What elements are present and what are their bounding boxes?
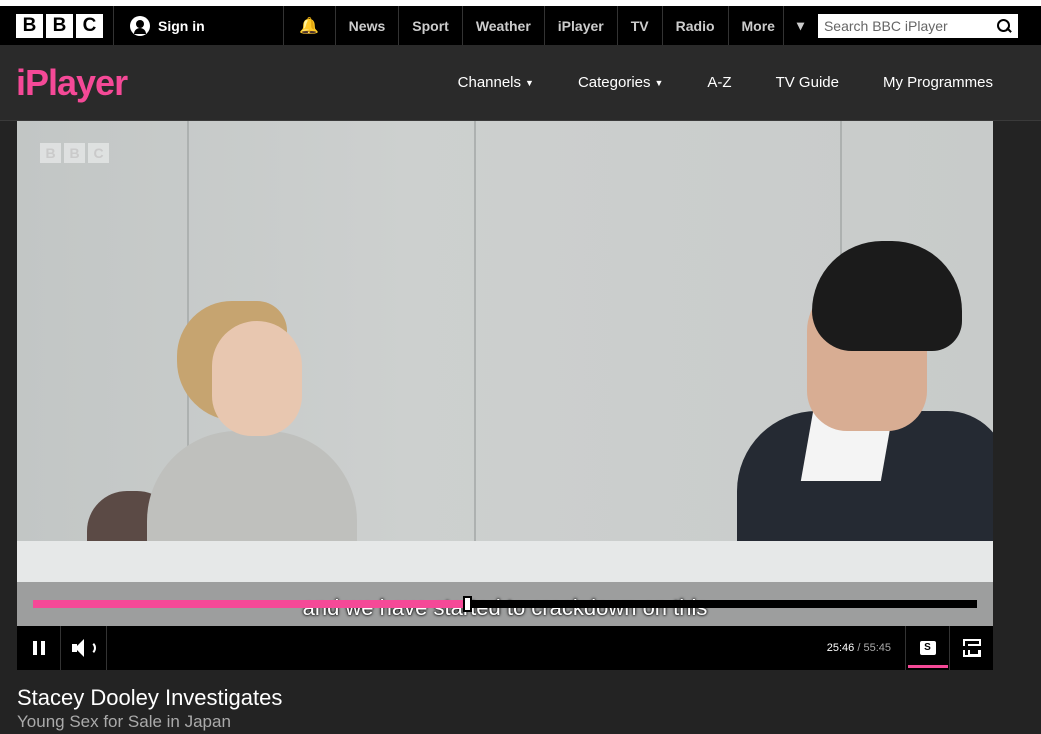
progress-bar[interactable] (33, 596, 977, 612)
iplayer-logo[interactable]: iPlayer (16, 62, 128, 104)
user-icon (130, 15, 150, 36)
volume-button[interactable] (61, 626, 107, 670)
bbc-watermark: B B C (40, 143, 109, 163)
menu-channels-label: Channels (457, 74, 522, 91)
volume-icon (71, 638, 96, 658)
subtitle-text: and we have started to crackdown on this (17, 595, 993, 621)
menu-channels[interactable]: Channels ▼ (436, 74, 556, 91)
sign-in-label: Sign in (158, 17, 205, 34)
menu-my-programmes[interactable]: My Programmes (861, 74, 993, 91)
pause-icon (32, 641, 45, 655)
bbc-global-bar: B B C Sign in 🔔 News Sport Weather iPlay… (0, 0, 1041, 45)
programme-title: Stacey Dooley Investigates (17, 685, 283, 710)
menu-categories-label: Categories (577, 74, 651, 91)
fullscreen-button[interactable] (949, 626, 993, 670)
menu-tv-guide[interactable]: TV Guide (754, 74, 861, 91)
chevron-down-icon: ▼ (654, 77, 664, 88)
chevron-down-icon[interactable]: ▾ (782, 6, 810, 45)
sign-in-link[interactable]: Sign in (114, 6, 223, 45)
woman-face (212, 321, 302, 436)
subtitles-active-indicator (908, 665, 948, 668)
pause-button[interactable] (17, 626, 61, 670)
nav-radio[interactable]: Radio (661, 6, 728, 45)
progress-fill (33, 600, 468, 608)
bell-icon: 🔔 (299, 17, 320, 35)
subtitles-icon: S (919, 641, 936, 655)
nav-iplayer[interactable]: iPlayer (543, 6, 617, 45)
bbc-logo-b2: B (46, 13, 73, 38)
watermark-b1: B (40, 143, 61, 163)
nav-tv[interactable]: TV (616, 6, 662, 45)
video-player[interactable]: B B C and we have started to crackdown o… (17, 121, 993, 670)
scrubber-handle[interactable] (463, 596, 473, 612)
subtitles-button[interactable]: S (905, 626, 949, 670)
player-controls: 25:46 / 55:45 S (17, 626, 993, 670)
menu-a-z[interactable]: A-Z (685, 74, 753, 91)
wall-panel-line (474, 121, 476, 591)
notifications-button[interactable]: 🔔 (282, 6, 335, 45)
search-box (817, 13, 1018, 38)
iplayer-header: iPlayer Channels ▼ Categories ▼ A-Z TV Gui… (0, 45, 1041, 121)
watermark-c: C (88, 143, 109, 163)
menu-categories[interactable]: Categories ▼ (556, 74, 685, 91)
time-display: 25:46 / 55:45 (827, 642, 891, 654)
episode-title: Young Sex for Sale in Japan (17, 712, 231, 731)
chevron-down-icon: ▼ (525, 77, 534, 88)
nav-more[interactable]: More (727, 6, 783, 45)
search-icon[interactable] (996, 18, 1012, 34)
current-time: 25:46 (826, 642, 855, 654)
fullscreen-icon (960, 639, 983, 657)
total-time: / 55:45 (857, 642, 891, 654)
global-nav: News Sport Weather iPlayer TV Radio More… (334, 6, 810, 45)
nav-sport[interactable]: Sport (398, 6, 462, 45)
nav-weather[interactable]: Weather (461, 6, 544, 45)
watermark-b2: B (64, 143, 85, 163)
search-input[interactable] (823, 17, 984, 34)
nav-news[interactable]: News (334, 6, 399, 45)
iplayer-menu: Channels ▼ Categories ▼ A-Z TV Guide My Pr… (436, 74, 993, 91)
bbc-logo-c: C (76, 13, 103, 38)
bbc-logo-b1: B (16, 13, 43, 38)
bbc-logo[interactable]: B B C (16, 13, 103, 38)
